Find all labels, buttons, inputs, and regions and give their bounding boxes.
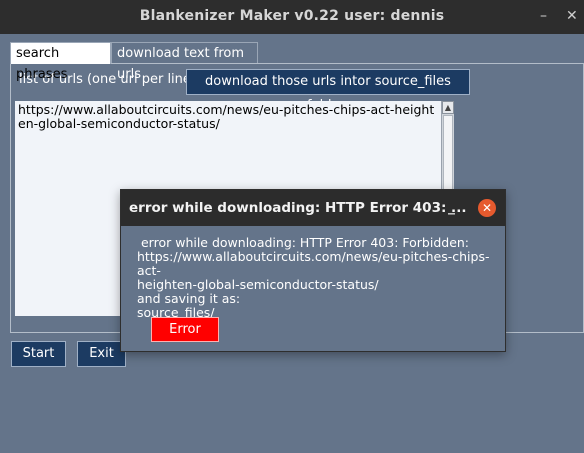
dialog-message: error while downloading: HTTP Error 403:…	[137, 235, 490, 320]
tab-search-phrases[interactable]: search phrases	[10, 42, 111, 82]
scroll-up-arrow-icon[interactable]: ▲	[442, 101, 454, 114]
error-dialog: error while downloading: HTTP Error 403:…	[120, 189, 506, 352]
exit-button[interactable]: Exit	[77, 341, 126, 367]
window-title: Blankenizer Maker v0.22 user: dennis	[139, 8, 445, 24]
start-button[interactable]: Start	[11, 341, 66, 367]
download-urls-button[interactable]: download those urls intor source_files f…	[186, 69, 470, 113]
dialog-title: error while downloading: HTTP Error 403:…	[129, 200, 467, 216]
window-titlebar: Blankenizer Maker v0.22 user: dennis – ✕	[0, 0, 584, 34]
dialog-titlebar: error while downloading: HTTP Error 403:…	[121, 190, 505, 226]
error-button[interactable]: Error	[151, 317, 219, 342]
dialog-minimize-icon[interactable]: _	[448, 190, 455, 226]
dialog-close-icon[interactable]: ✕	[478, 199, 496, 217]
close-icon[interactable]: ✕	[566, 0, 578, 34]
minimize-icon[interactable]: –	[540, 0, 547, 34]
tab-download-text[interactable]: download text from urls	[111, 42, 258, 82]
